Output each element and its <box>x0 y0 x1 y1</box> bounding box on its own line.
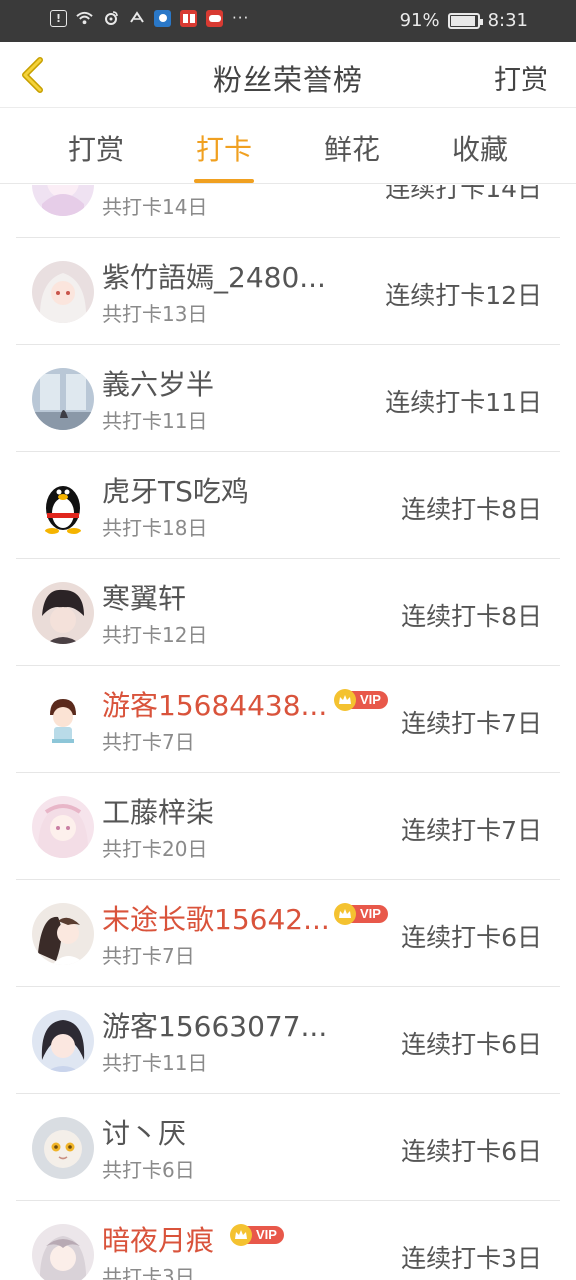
list-item[interactable]: 共打卡14日 连续打卡14日 <box>16 185 560 238</box>
avatar <box>32 261 94 323</box>
vip-badge: VIP <box>334 903 388 925</box>
streak-checkin: 连续打卡6日 <box>401 1137 542 1166</box>
book-icon <box>180 9 197 27</box>
avatar <box>32 903 94 965</box>
avatar <box>32 1224 94 1280</box>
total-checkin: 共打卡7日 <box>102 730 195 754</box>
alert-icon: ! <box>50 9 67 27</box>
list-item[interactable]: 寒翼轩 共打卡12日 连续打卡8日 <box>16 559 560 666</box>
status-right: 91% 8:31 <box>400 10 528 31</box>
user-name: 紫竹語嫣_2480... <box>102 261 326 294</box>
total-checkin: 共打卡7日 <box>102 944 195 968</box>
tab-bar: 打赏 打卡 鲜花 收藏 <box>0 108 576 184</box>
crown-icon <box>230 1224 252 1246</box>
user-name: 末途长歌15642... <box>102 903 330 936</box>
app-notification-icon <box>128 10 145 27</box>
user-name: 寒翼轩 <box>102 582 187 615</box>
crown-icon <box>334 689 356 711</box>
user-name: 虎牙TS吃鸡 <box>102 475 249 508</box>
streak-checkin: 连续打卡6日 <box>401 923 542 952</box>
vip-badge: VIP <box>334 689 388 711</box>
total-checkin: 共打卡13日 <box>102 302 208 326</box>
streak-checkin: 连续打卡11日 <box>385 388 542 417</box>
streak-checkin: 连续打卡8日 <box>401 495 542 524</box>
user-name: 義六岁半 <box>102 368 215 401</box>
avatar <box>32 582 94 644</box>
streak-checkin: 连续打卡6日 <box>401 1030 542 1059</box>
total-checkin: 共打卡12日 <box>102 623 208 647</box>
tab-reward[interactable]: 打赏 <box>41 128 151 168</box>
streak-checkin: 连续打卡3日 <box>401 1244 542 1273</box>
streak-checkin: 连续打卡12日 <box>385 281 542 310</box>
total-checkin: 共打卡6日 <box>102 1158 195 1182</box>
streak-checkin: 连续打卡8日 <box>401 602 542 631</box>
battery-icon <box>447 12 483 29</box>
avatar <box>32 796 94 858</box>
ranking-list: 共打卡14日 连续打卡14日 紫竹語嫣_2480... 共打卡13日 连续打卡1… <box>0 185 576 1280</box>
list-item[interactable]: 紫竹語嫣_2480... 共打卡13日 连续打卡12日 <box>16 238 560 345</box>
total-checkin: 共打卡11日 <box>102 1051 208 1075</box>
active-tab-indicator <box>194 179 254 183</box>
wifi-icon <box>76 10 93 27</box>
avatar <box>32 1010 94 1072</box>
crown-icon <box>334 903 356 925</box>
more-notifications-icon: ··· <box>232 9 250 27</box>
list-item[interactable]: 虎牙TS吃鸡 共打卡18日 连续打卡8日 <box>16 452 560 559</box>
tab-favorites[interactable]: 收藏 <box>425 128 535 168</box>
list-item[interactable]: 暗夜月痕 VIP 共打卡3日 连续打卡3日 <box>16 1201 560 1280</box>
list-item[interactable]: 義六岁半 共打卡11日 连续打卡11日 <box>16 345 560 452</box>
clock: 8:31 <box>487 10 528 31</box>
avatar <box>32 185 94 216</box>
user-name: 游客15663077... <box>102 1010 328 1043</box>
vip-badge: VIP <box>230 1224 284 1246</box>
app-icon <box>154 9 171 27</box>
weibo-icon <box>102 10 119 27</box>
list-item[interactable]: 游客15684438... VIP 共打卡7日 连续打卡7日 <box>16 666 560 773</box>
battery-percent: 91% <box>399 10 440 31</box>
app-header: 粉丝荣誉榜 打赏 <box>0 42 576 108</box>
streak-checkin: 连续打卡7日 <box>401 709 542 738</box>
qq-penguin-avatar <box>32 475 94 537</box>
user-name: 暗夜月痕 <box>102 1224 215 1257</box>
user-name: 工藤梓柒 <box>102 796 215 829</box>
list-item[interactable]: 讨丶厌 共打卡6日 连续打卡6日 <box>16 1094 560 1201</box>
avatar <box>32 1117 94 1179</box>
list-item[interactable]: 游客15663077... 共打卡11日 连续打卡6日 <box>16 987 560 1094</box>
total-checkin: 共打卡14日 <box>102 195 208 219</box>
list-item[interactable]: 工藤梓柒 共打卡20日 连续打卡7日 <box>16 773 560 880</box>
tab-flowers[interactable]: 鲜花 <box>297 128 407 168</box>
avatar <box>32 689 94 751</box>
list-item[interactable]: 末途长歌15642... VIP 共打卡7日 连续打卡6日 <box>16 880 560 987</box>
user-name: 游客15684438... <box>102 689 328 722</box>
streak-checkin: 连续打卡7日 <box>401 816 542 845</box>
notification-icons: ! ··· <box>50 9 249 27</box>
reward-button[interactable]: 打赏 <box>494 58 548 97</box>
user-name: 讨丶厌 <box>102 1117 187 1150</box>
page-title: 粉丝荣誉榜 <box>212 63 363 97</box>
game-icon <box>206 9 223 27</box>
status-bar: ! ··· 91% 8:31 <box>0 0 576 42</box>
total-checkin: 共打卡11日 <box>102 409 208 433</box>
streak-checkin: 连续打卡14日 <box>385 185 542 203</box>
tab-checkin[interactable]: 打卡 <box>169 128 279 168</box>
total-checkin: 共打卡20日 <box>102 837 208 861</box>
avatar <box>32 368 94 430</box>
total-checkin: 共打卡3日 <box>102 1265 195 1280</box>
total-checkin: 共打卡18日 <box>102 516 208 540</box>
